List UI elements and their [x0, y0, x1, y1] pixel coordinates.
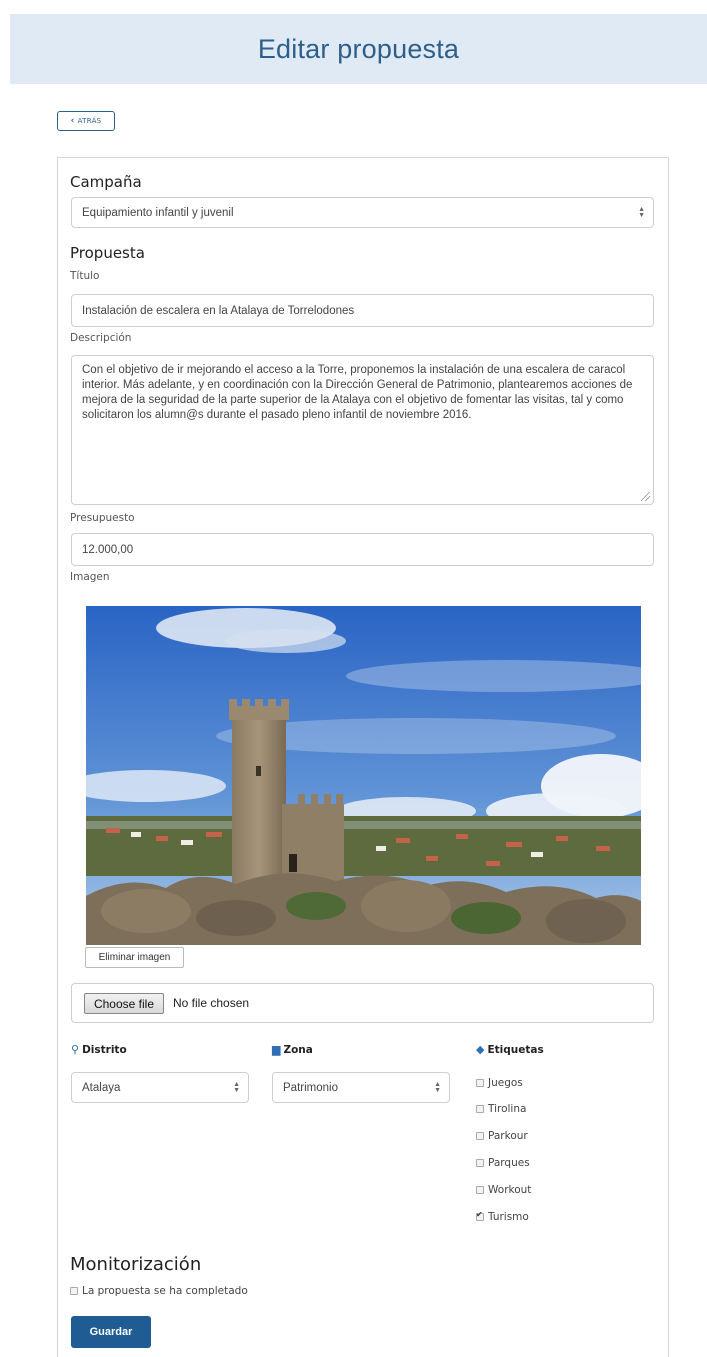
- tag-option-label: Workout: [488, 1184, 532, 1196]
- tag-option-juegos[interactable]: Juegos: [476, 1077, 523, 1089]
- completed-checkbox-row[interactable]: La propuesta se ha completado: [70, 1285, 248, 1297]
- tags-heading-label: Etiquetas: [487, 1043, 544, 1056]
- district-heading-label: Distrito: [82, 1043, 127, 1056]
- file-status: No file chosen: [173, 996, 250, 1010]
- tag-option-parques[interactable]: Parques: [476, 1157, 530, 1169]
- checkbox[interactable]: [476, 1186, 484, 1194]
- chevron-left-icon: ‹: [70, 116, 75, 126]
- select-arrows-icon: ▲ ▼: [638, 205, 645, 219]
- tag-option-label: Tirolina: [488, 1103, 527, 1115]
- tags-heading: ◆ Etiquetas: [476, 1043, 544, 1056]
- proposal-heading: Propuesta: [70, 244, 145, 262]
- folder-icon: ▆: [272, 1043, 281, 1056]
- budget-input-value: 12.000,00: [82, 543, 134, 556]
- tag-option-workout[interactable]: Workout: [476, 1184, 531, 1196]
- page-title: Editar propuesta: [257, 33, 460, 64]
- checkbox[interactable]: [70, 1287, 78, 1295]
- checkbox[interactable]: [476, 1159, 484, 1167]
- file-upload-field: Choose file No file chosen: [71, 983, 654, 1023]
- monitoring-heading: Monitorización: [70, 1254, 202, 1275]
- title-label: Título: [70, 270, 100, 282]
- campaign-select-value: Equipamiento infantil y juvenil: [82, 206, 234, 219]
- zone-select-value: Patrimonio: [283, 1081, 338, 1094]
- district-select[interactable]: Atalaya ▲ ▼: [71, 1072, 249, 1103]
- description-textarea-value: Con el objetivo de ir mejorando el acces…: [82, 364, 633, 421]
- district-select-value: Atalaya: [82, 1081, 121, 1094]
- description-textarea[interactable]: Con el objetivo de ir mejorando el acces…: [71, 355, 654, 505]
- back-button[interactable]: ‹ ATRÁS: [57, 111, 115, 131]
- page-header: Editar propuesta: [10, 14, 707, 84]
- budget-label: Presupuesto: [70, 512, 135, 524]
- completed-checkbox-label: La propuesta se ha completado: [82, 1285, 248, 1297]
- description-label: Descripción: [70, 332, 132, 344]
- choose-file-button[interactable]: Choose file: [84, 993, 164, 1014]
- title-input-value: Instalación de escalera en la Atalaya de…: [82, 304, 355, 317]
- campaign-heading: Campaña: [70, 173, 142, 191]
- checkbox[interactable]: [476, 1079, 484, 1087]
- checkbox[interactable]: [476, 1105, 484, 1113]
- checkbox[interactable]: [476, 1132, 484, 1140]
- budget-input[interactable]: 12.000,00: [71, 533, 654, 566]
- tag-option-label: Juegos: [488, 1077, 523, 1089]
- zone-heading: ▆ Zona: [272, 1043, 313, 1056]
- resize-grip-icon[interactable]: [641, 492, 650, 501]
- tag-icon: ◆: [476, 1043, 485, 1056]
- remove-image-button[interactable]: Eliminar imagen: [85, 947, 184, 968]
- district-heading: ⚲ Distrito: [71, 1043, 127, 1056]
- checkbox-checked[interactable]: [476, 1210, 484, 1221]
- campaign-select[interactable]: Equipamiento infantil y juvenil ▲ ▼: [71, 197, 654, 228]
- zone-heading-label: Zona: [283, 1043, 313, 1056]
- back-button-label: ATRÁS: [77, 117, 102, 125]
- zone-select[interactable]: Patrimonio ▲ ▼: [272, 1072, 450, 1103]
- proposal-image: [86, 606, 641, 945]
- title-input[interactable]: Instalación de escalera en la Atalaya de…: [71, 294, 654, 327]
- save-button[interactable]: Guardar: [71, 1316, 151, 1348]
- tag-option-label: Parques: [488, 1157, 530, 1169]
- tag-option-parkour[interactable]: Parkour: [476, 1130, 528, 1142]
- tag-option-tirolina[interactable]: Tirolina: [476, 1103, 526, 1115]
- tag-option-turismo[interactable]: Turismo: [476, 1210, 529, 1223]
- image-label: Imagen: [70, 571, 110, 583]
- tag-option-label: Turismo: [488, 1211, 529, 1223]
- select-arrows-icon: ▲ ▼: [233, 1080, 240, 1094]
- select-arrows-icon: ▲ ▼: [434, 1080, 441, 1094]
- map-marker-icon: ⚲: [71, 1043, 80, 1056]
- tag-option-label: Parkour: [488, 1130, 528, 1142]
